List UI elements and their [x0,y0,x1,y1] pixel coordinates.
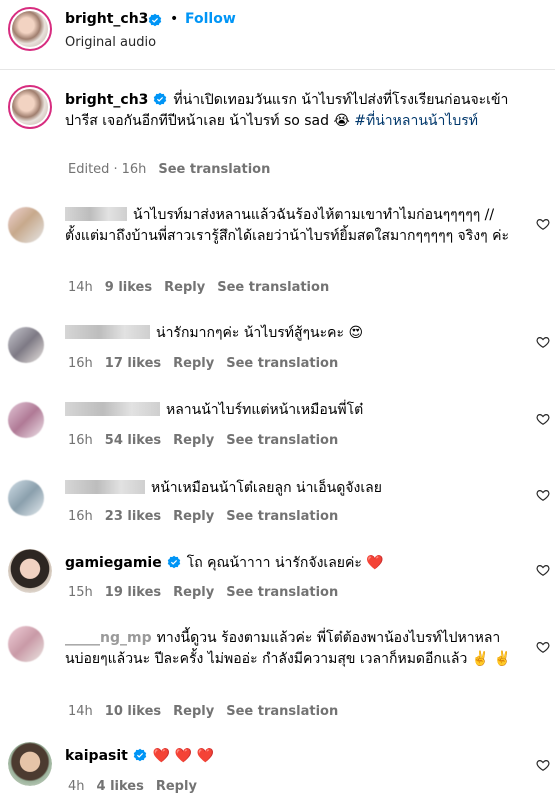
comment-item: หน้าเหมือนน้าโต๋เลยลูก น่าเอ็นดูจังเลย 1… [0,470,555,540]
author-avatar[interactable] [8,7,52,51]
heart-icon[interactable] [536,640,550,654]
reply-button[interactable]: Reply [173,433,214,448]
comment-body: น้าไบรท์มาส่งหลานแล้วฉันร้องไห้ตามเขาทำไ… [65,207,509,244]
comment-likes[interactable]: 19 likes [105,585,161,600]
commenter-avatar-image [8,549,52,593]
caption-username[interactable]: bright_ch3 [65,92,148,108]
comment-body: หน้าเหมือนน้าโต๋เลยลูก น่าเอ็นดูจังเลย [151,480,382,496]
comment-item: gamiegamie โถ คุณน้าาาา น่ารักจังเลยค่ะ ❤… [0,545,555,615]
caption-hashtag[interactable]: #ที่น่าหลานน้าไบรท์ [354,113,478,129]
caption-avatar[interactable] [8,85,52,129]
see-translation-link[interactable]: See translation [217,280,329,295]
verified-badge-icon [167,555,180,569]
comment-item: หลานน้าไบร์ทแต่หน้าเหมือนพี่โต๋ 16h 54 li… [0,392,555,462]
header-separator: • [170,11,179,27]
comment-time[interactable]: 16h [68,433,93,448]
heart-icon[interactable] [536,412,550,426]
comment-body: น่ารักมากๆค่ะ น้าไบรท์สู้ๆนะคะ 😍 [156,325,364,341]
commenter-avatar[interactable] [8,742,52,786]
comment-time[interactable]: 16h [68,509,93,524]
comment-meta: 16h 54 likes Reply See translation [68,433,350,448]
comment-item: น้าไบรท์มาส่งหลานแล้วฉันร้องไห้ตามเขาทำไ… [0,195,555,305]
comment-text: หลานน้าไบร์ทแต่หน้าเหมือนพี่โต๋ [65,400,525,421]
see-translation-link[interactable]: See translation [226,585,338,600]
comment-likes[interactable]: 54 likes [105,433,161,448]
commenter-username[interactable]: _____ng_mp [65,630,152,646]
comment-time[interactable]: 16h [68,356,93,371]
see-translation-link[interactable]: See translation [226,433,338,448]
commenter-avatar[interactable] [8,402,44,438]
comment-time[interactable]: 15h [68,585,93,600]
reply-button[interactable]: Reply [164,280,205,295]
see-translation-link[interactable]: See translation [226,509,338,524]
comment-text: gamiegamie โถ คุณน้าาาา น่ารักจังเลยค่ะ ❤… [65,553,525,574]
author-avatar-image [12,11,48,47]
comment-text: _____ng_mp ทางนี้ดูวน ร้องตามแล้วค่ะ พี่โ… [65,628,525,670]
comment-likes[interactable]: 17 likes [105,356,161,371]
comment-body: ❤️ ❤️ ❤️ [152,748,215,764]
comment-text: หน้าเหมือนน้าโต๋เลยลูก น่าเอ็นดูจังเลย [65,478,525,499]
heart-icon[interactable] [536,758,550,772]
meta-dot: · [113,162,118,177]
comment-meta: 15h 19 likes Reply See translation [68,585,350,600]
see-translation-link[interactable]: See translation [158,162,270,177]
heart-icon[interactable] [536,217,550,231]
see-translation-link[interactable]: See translation [226,356,338,371]
comment-time[interactable]: 4h [68,779,85,794]
reply-button[interactable]: Reply [173,704,214,719]
caption-meta: Edited · 16h See translation [68,162,282,177]
comment-time[interactable]: 14h [68,280,93,295]
comment-text: น้าไบรท์มาส่งหลานแล้วฉันร้องไห้ตามเขาทำไ… [65,205,525,247]
comment-body: หลานน้าไบร์ทแต่หน้าเหมือนพี่โต๋ [166,402,364,418]
edited-label: Edited [68,162,110,177]
commenter-avatar-image [8,742,52,786]
comment-meta: 16h 23 likes Reply See translation [68,509,350,524]
commenter-avatar[interactable] [8,327,44,363]
comment-text: kaipasit ❤️ ❤️ ❤️ [65,746,525,767]
commenter-username[interactable]: kaipasit [65,748,128,764]
comment-meta: 16h 17 likes Reply See translation [68,356,350,371]
commenter-avatar[interactable] [8,626,44,662]
verified-badge-icon [148,13,162,27]
comment-time[interactable]: 14h [68,704,93,719]
comment-item: kaipasit ❤️ ❤️ ❤️ 4h 4 likes Reply [0,738,555,800]
comment-item: _____ng_mp ทางนี้ดูวน ร้องตามแล้วค่ะ พี่โ… [0,622,555,732]
commenter-avatar[interactable] [8,549,52,593]
comment-likes[interactable]: 4 likes [97,779,144,794]
see-translation-link[interactable]: See translation [226,704,338,719]
caption-text: bright_ch3 ที่น่าเปิดเทอมวันแรก น้าไบรท์ไ… [65,90,525,132]
comment-body: โถ คุณน้าาาา น่ารักจังเลยค่ะ ❤️ [186,555,384,571]
comment-item: น่ารักมากๆค่ะ น้าไบรท์สู้ๆนะคะ 😍 16h 17 l… [0,315,555,385]
caption-avatar-image [12,89,48,125]
verified-badge-icon [133,748,147,762]
caption-time[interactable]: 16h [122,162,147,177]
commenter-avatar[interactable] [8,480,44,516]
comment-likes[interactable]: 9 likes [105,280,152,295]
commenter-username[interactable] [65,480,145,494]
reply-button[interactable]: Reply [173,509,214,524]
post-header: bright_ch3 • Follow Original audio [0,0,555,70]
heart-icon[interactable] [536,335,550,349]
comment-meta: 14h 10 likes Reply See translation [68,704,350,719]
verified-badge-icon [154,92,167,106]
reply-button[interactable]: Reply [156,779,197,794]
commenter-username[interactable] [65,402,160,416]
reply-button[interactable]: Reply [173,585,214,600]
audio-label[interactable]: Original audio [65,35,156,50]
heart-icon[interactable] [536,563,550,577]
post-caption: bright_ch3 ที่น่าเปิดเทอมวันแรก น้าไบรท์ไ… [0,85,555,185]
commenter-avatar[interactable] [8,207,44,243]
author-username[interactable]: bright_ch3 [65,11,148,27]
commenter-username[interactable]: gamiegamie [65,555,162,571]
comment-text: น่ารักมากๆค่ะ น้าไบรท์สู้ๆนะคะ 😍 [65,323,525,344]
comment-likes[interactable]: 10 likes [105,704,161,719]
comment-meta: 4h 4 likes Reply [68,779,209,794]
comment-meta: 14h 9 likes Reply See translation [68,280,341,295]
follow-button[interactable]: Follow [185,11,236,27]
commenter-username[interactable] [65,325,150,339]
heart-icon[interactable] [536,488,550,502]
comment-likes[interactable]: 23 likes [105,509,161,524]
reply-button[interactable]: Reply [173,356,214,371]
commenter-username[interactable] [65,207,127,221]
